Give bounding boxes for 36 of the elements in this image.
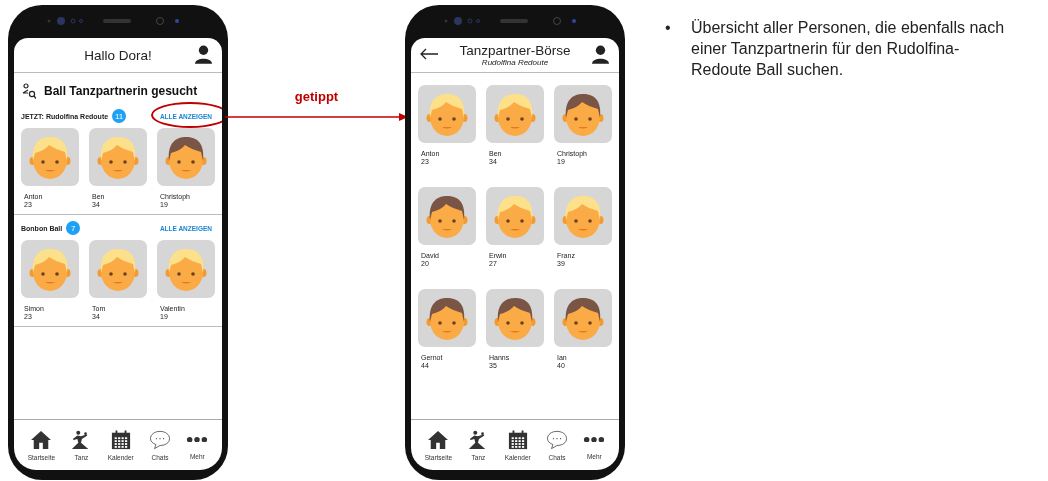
home-icon (427, 429, 450, 450)
section-title: Ball Tanzpartnerin gesucht (44, 84, 198, 98)
screen-title: Tanzpartner-Börse (459, 43, 571, 58)
avatar-icon (486, 85, 544, 143)
avatar-icon (89, 240, 147, 299)
count-badge: 11 (112, 109, 127, 123)
home-icon (30, 429, 53, 450)
avatar-icon (554, 289, 612, 348)
person-search-icon (22, 83, 36, 99)
calendar-icon (109, 429, 132, 450)
chat-bubble-icon (149, 429, 172, 450)
avatar-icon (486, 289, 544, 348)
user-icon[interactable] (592, 45, 609, 64)
avatar-icon (21, 240, 79, 299)
screen-subtitle: Rudolfina Redoute (481, 58, 549, 67)
avatar-icon (554, 187, 612, 246)
more-icon (186, 436, 209, 443)
avatar-icon (418, 289, 476, 348)
avatar-icon (157, 240, 215, 299)
note-text: Übersicht aller Personen, die ebenfalls nach einer Tanzpartnerin für den Rudolfina-Redoute Ball suchen. (691, 18, 1006, 80)
avatar-icon (157, 128, 215, 186)
bullet-mark: • (665, 18, 672, 38)
avatar-icon (418, 187, 476, 246)
back-arrow-icon[interactable] (420, 48, 438, 60)
calendar-icon (506, 429, 529, 450)
annotation-label: getippt (294, 89, 339, 104)
avatar-icon (418, 85, 476, 143)
avatar-icon (89, 128, 147, 186)
avatar-icon (554, 85, 612, 143)
avatar-icon (486, 187, 544, 246)
more-icon (583, 436, 606, 443)
avatar-icon (21, 128, 79, 186)
count-badge: 7 (66, 221, 81, 236)
greeting-title: Hallo Dora! (84, 47, 152, 63)
user-icon[interactable] (195, 45, 212, 64)
chat-bubble-icon (546, 429, 569, 450)
